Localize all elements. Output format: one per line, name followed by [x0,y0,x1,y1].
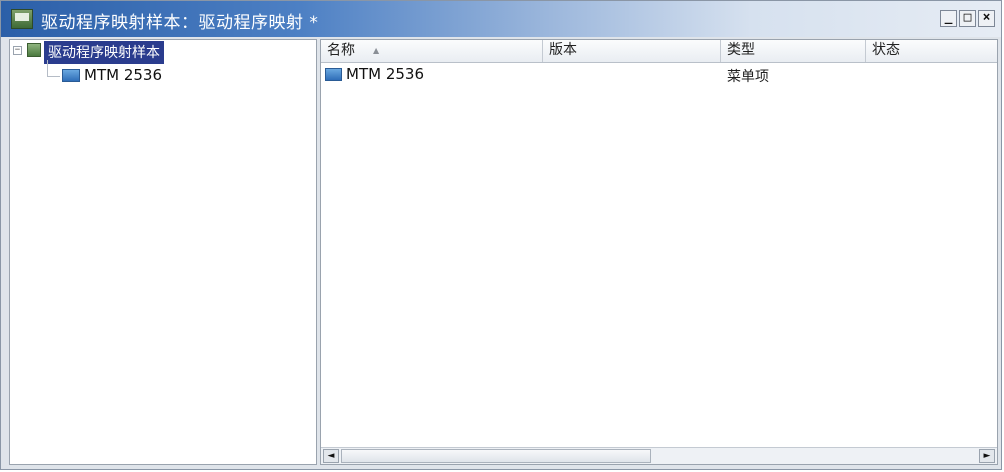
close-button[interactable]: × [978,10,995,27]
machine-type-icon [325,68,342,81]
scroll-left-button[interactable]: ◄ [323,449,339,463]
horizontal-scrollbar[interactable]: ◄ ► [321,447,997,464]
machine-type-icon [62,69,80,82]
tree-item-mtm[interactable]: MTM 2536 [84,66,162,84]
scroll-right-button[interactable]: ► [979,449,995,463]
maximize-button[interactable]: □ [959,10,976,27]
minimize-button[interactable]: _ [940,10,957,27]
list-item-type: 菜单项 [727,69,769,85]
list-item[interactable]: MTM 2536 菜单项 [321,64,997,86]
app-icon [11,9,33,29]
column-header-name-label: 名称 [327,42,355,59]
column-header-type[interactable]: 类型 [721,40,866,62]
tree-connector-horizontal [47,76,60,77]
driver-mapping-window: 驱动程序映射样本：驱动程序映射 * _ □ × − 驱动程序映射样本 MTM 2… [0,0,1002,470]
list-pane: 名称 ▲ 版本 类型 状态 MTM 2536 菜单项 ◄ ► [320,39,998,465]
tree-connector-vertical [47,60,48,77]
scrollbar-thumb[interactable] [341,449,651,463]
column-header-name[interactable]: 名称 ▲ [321,40,543,62]
tree-item-root[interactable]: 驱动程序映射样本 [44,41,164,64]
title-bar[interactable]: 驱动程序映射样本：驱动程序映射 * _ □ × [1,1,1001,37]
window-controls: _ □ × [940,10,995,27]
sort-ascending-icon: ▲ [373,46,380,55]
tree-pane: − 驱动程序映射样本 MTM 2536 [9,39,317,465]
column-header-status[interactable]: 状态 [866,40,997,62]
list-item-name: MTM 2536 [346,65,424,83]
mapping-sample-icon [27,43,41,57]
collapse-icon[interactable]: − [13,46,22,55]
window-title: 驱动程序映射样本：驱动程序映射 * [41,13,319,33]
list-header: 名称 ▲ 版本 类型 状态 [321,40,997,63]
column-header-version[interactable]: 版本 [543,40,721,62]
